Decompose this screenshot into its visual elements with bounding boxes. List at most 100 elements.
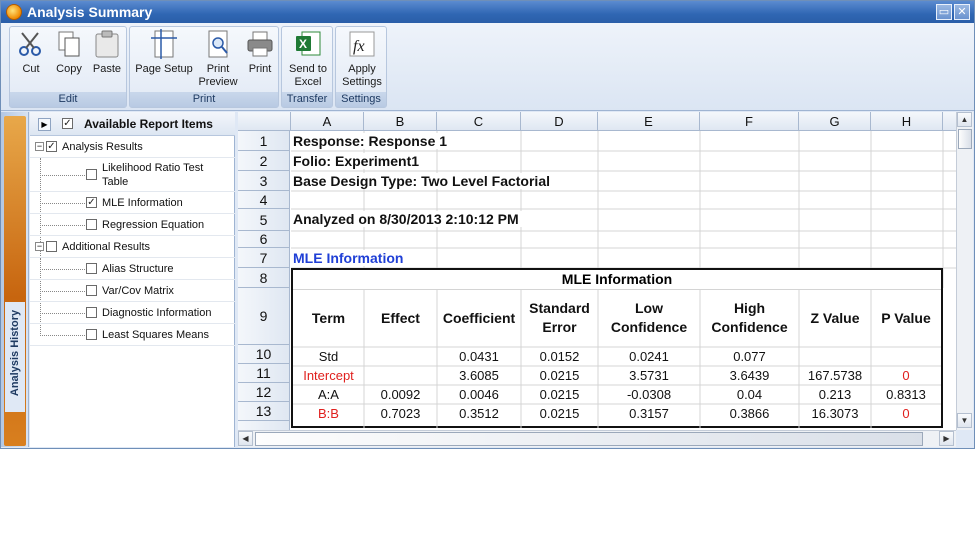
cell-effect[interactable]: 0.7023	[364, 406, 437, 421]
row-header[interactable]: 9	[238, 288, 290, 345]
expand-arrow-icon[interactable]: ▶	[38, 118, 51, 131]
select-all-corner[interactable]	[238, 112, 291, 131]
cut-button[interactable]: Cut	[14, 29, 48, 76]
cell-std-error[interactable]: 0.0215	[521, 368, 598, 383]
row-header[interactable]	[238, 421, 290, 430]
diagnostic-checkbox[interactable]	[86, 307, 97, 318]
column-header[interactable]: B	[364, 112, 437, 131]
column-header[interactable]: A	[291, 112, 364, 131]
column-header-extra[interactable]	[943, 112, 956, 131]
collapse-icon[interactable]: −	[35, 142, 44, 151]
tree-node-mle-information[interactable]: ✓ MLE Information	[30, 192, 235, 214]
analysis-history-bar[interactable]: Analysis History DOE++	[1, 112, 29, 535]
analysis-history-tab[interactable]: Analysis History	[5, 302, 25, 412]
row-header[interactable]: 12	[238, 383, 290, 402]
row-header[interactable]: 8	[238, 268, 290, 288]
var-cov-checkbox[interactable]	[86, 285, 97, 296]
mle-information-checkbox[interactable]: ✓	[86, 197, 97, 208]
cell-high-conf[interactable]: 0.077	[700, 349, 799, 364]
print-button[interactable]: Print	[242, 29, 278, 76]
cell-low-conf[interactable]: 3.5731	[598, 368, 700, 383]
scroll-up-arrow-icon[interactable]: ▲	[957, 112, 972, 127]
cut-label: Cut	[22, 63, 40, 75]
collapse-icon[interactable]: −	[35, 242, 44, 251]
horizontal-scroll-thumb[interactable]	[255, 432, 923, 446]
cell-term[interactable]: Intercept	[293, 368, 364, 383]
cell-high-conf[interactable]: 0.3866	[700, 406, 799, 421]
print-label: Print	[248, 63, 272, 75]
report-spreadsheet[interactable]: A B C D E F G H 1 2 3 4 5 6 7 8 9 10 11 …	[238, 112, 956, 430]
cell-z-value[interactable]: 16.3073	[799, 406, 871, 421]
column-header[interactable]: F	[700, 112, 799, 131]
cell-low-conf[interactable]: -0.0308	[598, 387, 700, 402]
page-setup-button[interactable]: Page Setup	[132, 29, 196, 76]
least-squares-checkbox[interactable]	[86, 329, 97, 340]
row-header[interactable]: 7	[238, 248, 290, 268]
column-header[interactable]: E	[598, 112, 700, 131]
cell-term[interactable]: B:B	[293, 406, 364, 421]
cell-low-conf[interactable]: 0.3157	[598, 406, 700, 421]
cell-term[interactable]: A:A	[293, 387, 364, 402]
apply-settings-button[interactable]: fx Apply Settings	[338, 29, 386, 89]
row-header[interactable]: 3	[238, 171, 290, 191]
cell-coefficient[interactable]: 0.0431	[437, 349, 521, 364]
cell-z-value[interactable]: 0.213	[799, 387, 871, 402]
cell-high-conf[interactable]: 0.04	[700, 387, 799, 402]
horizontal-scrollbar[interactable]: ◀ ▶	[238, 430, 956, 447]
paste-button[interactable]: Paste	[90, 29, 124, 76]
column-header[interactable]: H	[871, 112, 943, 131]
cell-std-error[interactable]: 0.0152	[521, 349, 598, 364]
analysis-results-checkbox[interactable]: ✓	[46, 141, 57, 152]
tree-node-likelihood[interactable]: Likelihood Ratio Test Table	[30, 158, 235, 192]
tree-node-additional-results[interactable]: − Additional Results	[30, 236, 235, 258]
cell-p-value[interactable]: 0	[871, 368, 941, 383]
vertical-scrollbar[interactable]: ▲ ▼	[956, 112, 973, 430]
row-header[interactable]: 5	[238, 209, 290, 231]
cell-effect[interactable]: 0.0092	[364, 387, 437, 402]
restore-button[interactable]: ▭	[936, 4, 952, 20]
tree-node-alias-structure[interactable]: Alias Structure	[30, 258, 235, 280]
row-header[interactable]: 11	[238, 364, 290, 383]
row-header[interactable]: 2	[238, 151, 290, 171]
cell-coefficient[interactable]: 3.6085	[437, 368, 521, 383]
tree-node-regression-equation[interactable]: Regression Equation	[30, 214, 235, 236]
send-to-excel-button[interactable]: X Send to Excel	[284, 29, 332, 89]
column-header[interactable]: G	[799, 112, 871, 131]
cell-std-error[interactable]: 0.0215	[521, 406, 598, 421]
row-header[interactable]: 1	[238, 131, 290, 151]
row-header[interactable]: 13	[238, 402, 290, 421]
cell-p-value[interactable]: 0	[871, 406, 941, 421]
tree-node-diagnostic-information[interactable]: Diagnostic Information	[30, 302, 235, 324]
print-preview-button[interactable]: Print Preview	[196, 29, 240, 89]
cell-p-value[interactable]: 0.8313	[871, 387, 941, 402]
scroll-left-arrow-icon[interactable]: ◀	[238, 431, 253, 446]
likelihood-checkbox[interactable]	[86, 169, 97, 180]
close-button[interactable]: ✕	[954, 4, 970, 20]
cell-z-value[interactable]: 167.5738	[799, 368, 871, 383]
scroll-down-arrow-icon[interactable]: ▼	[957, 413, 972, 428]
vertical-scroll-thumb[interactable]	[958, 129, 972, 149]
regression-equation-checkbox[interactable]	[86, 219, 97, 230]
cell-coefficient[interactable]: 0.0046	[437, 387, 521, 402]
ribbon-group-transfer: X Send to Excel Transfer	[281, 26, 333, 108]
cell-std-error[interactable]: 0.0215	[521, 387, 598, 402]
apply-settings-label-2: Settings	[342, 76, 382, 88]
row-header[interactable]: 10	[238, 345, 290, 364]
cell-low-conf[interactable]: 0.0241	[598, 349, 700, 364]
cell-coefficient[interactable]: 0.3512	[437, 406, 521, 421]
cell-high-conf[interactable]: 3.6439	[700, 368, 799, 383]
copy-button[interactable]: Copy	[52, 29, 86, 76]
row-header[interactable]: 6	[238, 231, 290, 248]
additional-results-checkbox[interactable]	[46, 241, 57, 252]
function-icon: fx	[347, 29, 377, 59]
column-header[interactable]: D	[521, 112, 598, 131]
alias-structure-checkbox[interactable]	[86, 263, 97, 274]
available-items-checkbox[interactable]: ✓	[62, 118, 73, 129]
column-header[interactable]: C	[437, 112, 521, 131]
cell-term[interactable]: Std	[293, 349, 364, 364]
tree-node-var-cov-matrix[interactable]: Var/Cov Matrix	[30, 280, 235, 302]
tree-node-least-squares-means[interactable]: Least Squares Means	[30, 324, 235, 346]
row-header[interactable]: 4	[238, 191, 290, 209]
tree-node-analysis-results[interactable]: − ✓ Analysis Results	[30, 136, 235, 158]
scroll-right-arrow-icon[interactable]: ▶	[939, 431, 954, 446]
